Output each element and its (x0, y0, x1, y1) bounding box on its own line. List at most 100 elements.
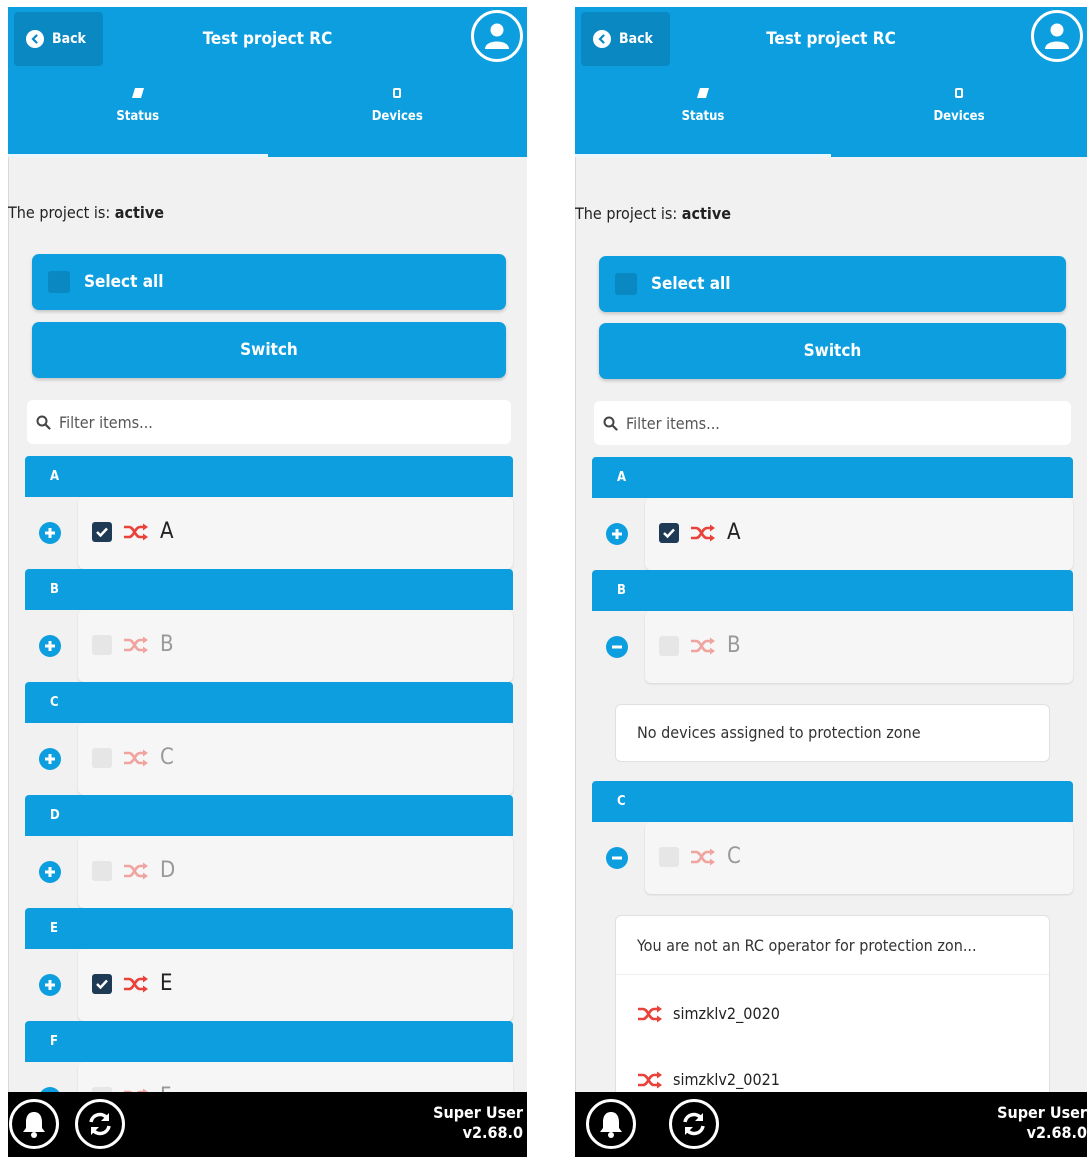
tag-icon (131, 88, 144, 98)
app-version: v2.68.0 (1026, 1123, 1087, 1142)
zone-name: A (160, 519, 174, 544)
zone-row: A (592, 498, 1073, 570)
plus-circle-icon[interactable] (39, 748, 61, 770)
zone-name: D (160, 858, 176, 883)
switch-button[interactable]: Switch (599, 323, 1066, 379)
zone-card[interactable]: C (645, 822, 1073, 894)
zone-name: B (727, 633, 741, 658)
select-all-label: Select all (651, 274, 731, 294)
active-tab-indicator (8, 154, 268, 157)
zone-checkbox[interactable] (659, 847, 679, 867)
zone-message-card: No devices assigned to protection zone (615, 704, 1050, 762)
tab-devices[interactable]: Devices (831, 75, 1087, 157)
zone-message: You are not an RC operator for protectio… (637, 936, 977, 955)
device-name: simzklv2_0021 (673, 1070, 780, 1089)
zone-card[interactable]: A (78, 497, 513, 569)
page-title: Test project RC (766, 29, 896, 49)
tab-status-label: Status (116, 109, 160, 124)
zone-header: B (592, 570, 1073, 611)
zone-header: A (592, 457, 1073, 498)
select-all-checkbox[interactable] (615, 273, 637, 295)
zone-name: C (727, 844, 741, 869)
zone-checkbox[interactable] (92, 635, 112, 655)
project-status-text: The project is: active (8, 203, 164, 222)
zone-header-label: D (50, 808, 60, 823)
bottom-bar: Super User v2.68.0 (8, 1092, 527, 1157)
refresh-icon (683, 1112, 705, 1136)
zone-card[interactable]: A (645, 498, 1073, 570)
bottom-bar: Super User v2.68.0 (575, 1092, 1087, 1157)
zone-card[interactable]: B (78, 610, 513, 682)
zone-row: C (25, 723, 513, 795)
select-all-button[interactable]: Select all (599, 256, 1066, 312)
search-icon (36, 415, 51, 430)
zone-name: C (160, 745, 174, 770)
tab-status-label: Status (681, 109, 725, 124)
project-status-label: The project is: (8, 203, 115, 222)
checkbox-icon (96, 527, 108, 538)
user-icon (485, 23, 509, 49)
user-info: Super User v2.68.0 (997, 1103, 1087, 1143)
zone-row: E (25, 949, 513, 1021)
zone-message: No devices assigned to protection zone (637, 723, 921, 742)
zone-checkbox[interactable] (92, 748, 112, 768)
minus-circle-icon[interactable] (606, 847, 628, 869)
plus-circle-icon[interactable] (39, 861, 61, 883)
zone-card[interactable]: C (78, 723, 513, 795)
filter-input[interactable]: Filter items... (27, 400, 511, 444)
user-avatar-button[interactable] (1031, 10, 1083, 62)
search-icon (603, 416, 618, 431)
zone-name: B (160, 632, 174, 657)
tab-devices[interactable]: Devices (268, 75, 528, 157)
zone-header-label: C (617, 794, 626, 809)
zone-checkbox[interactable] (659, 523, 679, 543)
zone-header: C (25, 682, 513, 723)
user-avatar-button[interactable] (471, 10, 523, 62)
zone-checkbox[interactable] (659, 636, 679, 656)
filter-input[interactable]: Filter items... (594, 401, 1071, 445)
device-item[interactable]: simzklv2_0020 (637, 1004, 780, 1023)
plus-circle-icon[interactable] (39, 522, 61, 544)
minus-circle-icon[interactable] (606, 636, 628, 658)
zone-card[interactable]: B (645, 611, 1073, 683)
zone-card[interactable]: E (78, 949, 513, 1021)
tab-status[interactable]: Status (575, 75, 831, 157)
zone-name: E (160, 971, 173, 996)
zone-header: D (25, 795, 513, 836)
zone-header: E (25, 908, 513, 949)
tab-status[interactable]: Status (8, 75, 268, 157)
shuffle-icon (690, 637, 716, 655)
device-name: simzklv2_0020 (673, 1004, 780, 1023)
user-info: Super User v2.68.0 (433, 1103, 523, 1143)
zone-checkbox[interactable] (92, 522, 112, 542)
top-bar: Back Test project RC Status Devices (8, 7, 527, 157)
select-all-button[interactable]: Select all (32, 254, 506, 310)
zone-checkbox[interactable] (92, 861, 112, 881)
shuffle-icon (123, 636, 149, 654)
zone-header: F (25, 1021, 513, 1062)
refresh-button[interactable] (75, 1099, 125, 1149)
zone-header-label: B (617, 583, 626, 598)
switch-button[interactable]: Switch (32, 322, 506, 378)
plus-circle-icon[interactable] (39, 635, 61, 657)
zone-header-label: C (50, 695, 59, 710)
notifications-button[interactable] (586, 1099, 636, 1149)
shuffle-icon (123, 523, 149, 541)
refresh-button[interactable] (669, 1099, 719, 1149)
zone-card[interactable]: D (78, 836, 513, 908)
zone-header: B (25, 569, 513, 610)
plus-circle-icon[interactable] (39, 974, 61, 996)
zone-row: B (25, 610, 513, 682)
bell-icon (23, 1112, 45, 1138)
zone-header-label: A (617, 470, 627, 485)
project-status-value: active (681, 204, 731, 223)
shuffle-icon (638, 1005, 662, 1022)
notifications-button[interactable] (9, 1099, 59, 1149)
zone-checkbox[interactable] (92, 974, 112, 994)
device-item[interactable]: simzklv2_0021 (637, 1070, 780, 1089)
plus-circle-icon[interactable] (606, 523, 628, 545)
zone-row: C (592, 822, 1073, 894)
app-screen-left: Back Test project RC Status Devices The … (8, 7, 527, 1157)
select-all-checkbox[interactable] (48, 271, 70, 293)
shuffle-icon (123, 749, 149, 767)
